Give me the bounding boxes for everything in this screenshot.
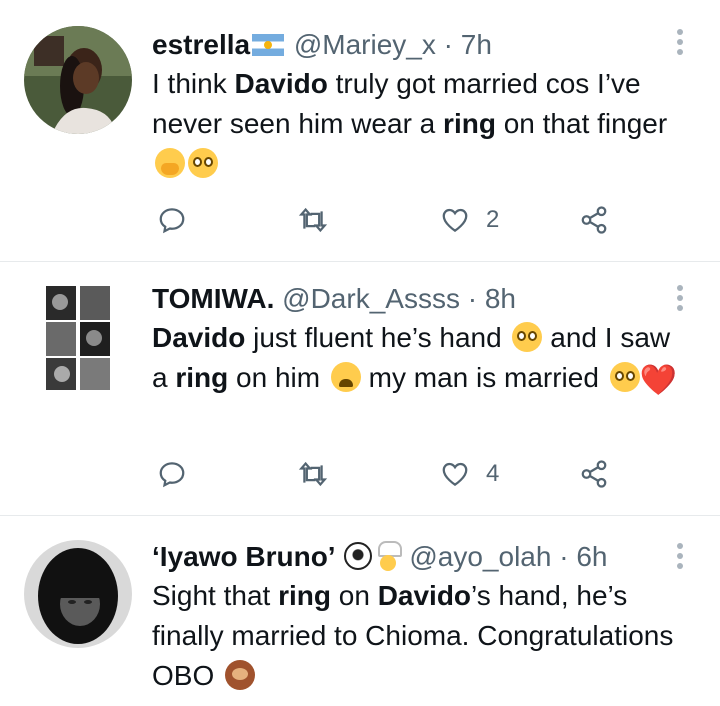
username-handle[interactable]: @Mariey_x	[294, 29, 436, 60]
argentina-flag-icon	[252, 34, 285, 56]
share-button[interactable]	[579, 454, 609, 494]
display-name[interactable]: estrella	[152, 29, 250, 60]
retweet-button[interactable]	[297, 200, 329, 240]
tweet-header: ‘Iyawo Bruno’ @ayo_olah · 6h	[152, 538, 680, 576]
separator-dot: ·	[443, 29, 453, 60]
tweet-text: Sight that ring on Davido’s hand, he’s f…	[152, 580, 674, 691]
tweet[interactable]: TOMIWA. @Dark_Assss · 8h Davido just flu…	[0, 262, 720, 516]
tweet[interactable]: ‘Iyawo Bruno’ @ayo_olah · 6h Sight that …	[0, 516, 720, 706]
share-icon	[581, 206, 607, 234]
separator-dot: ·	[559, 541, 569, 572]
tweet-actions: 2	[152, 200, 632, 240]
username-handle[interactable]: @Dark_Assss	[282, 283, 460, 314]
red-heart-emoji-icon: ❤️	[639, 364, 678, 397]
tweet-header: TOMIWA. @Dark_Assss · 8h	[152, 280, 680, 318]
retweet-icon	[298, 207, 328, 233]
retweet-button[interactable]	[297, 454, 329, 494]
more-options-icon[interactable]	[676, 542, 684, 575]
tweet-text: I think Davido truly got married cos I’v…	[152, 64, 680, 184]
display-name[interactable]: TOMIWA.	[152, 283, 274, 314]
tweet[interactable]: estrella @Mariey_x · 7h I think Davido t…	[0, 0, 720, 262]
pleading-face-emoji-icon	[609, 362, 640, 392]
weary-face-emoji-icon	[330, 362, 361, 392]
tweet-text: Davido just fluent he’s hand and I saw a…	[152, 322, 678, 397]
timestamp[interactable]: 6h	[576, 541, 607, 572]
like-count: 2	[486, 206, 500, 233]
reply-icon	[159, 462, 185, 488]
hand-over-mouth-emoji-icon	[155, 148, 185, 178]
more-options-icon[interactable]	[676, 28, 684, 61]
tweet-actions: 4	[152, 454, 632, 494]
reply-button[interactable]	[157, 200, 187, 240]
heart-icon	[442, 208, 468, 232]
display-name[interactable]: ‘Iyawo Bruno’	[152, 541, 336, 572]
soccer-ball-emoji-icon	[343, 542, 372, 570]
separator-dot: ·	[467, 283, 478, 314]
see-no-evil-monkey-emoji-icon	[225, 660, 256, 690]
tweet-header: estrella @Mariey_x · 7h	[152, 26, 680, 64]
avatar[interactable]	[24, 26, 132, 134]
pleading-face-emoji-icon	[512, 322, 543, 352]
pleading-face-emoji-icon	[188, 148, 218, 178]
like-button[interactable]: 4	[440, 454, 499, 494]
reply-icon	[159, 208, 185, 234]
chef-emoji-icon	[374, 541, 402, 571]
timestamp[interactable]: 7h	[461, 29, 492, 60]
retweet-icon	[298, 461, 328, 487]
reply-button[interactable]	[157, 454, 187, 494]
share-button[interactable]	[579, 200, 609, 240]
username-handle[interactable]: @ayo_olah	[409, 541, 551, 572]
avatar[interactable]	[24, 540, 132, 648]
heart-icon	[442, 462, 468, 486]
like-button[interactable]: 2	[440, 200, 499, 240]
avatar[interactable]	[24, 284, 132, 392]
like-count: 4	[486, 460, 500, 487]
share-icon	[581, 460, 607, 488]
more-options-icon[interactable]	[676, 284, 684, 317]
timestamp[interactable]: 8h	[485, 283, 516, 314]
